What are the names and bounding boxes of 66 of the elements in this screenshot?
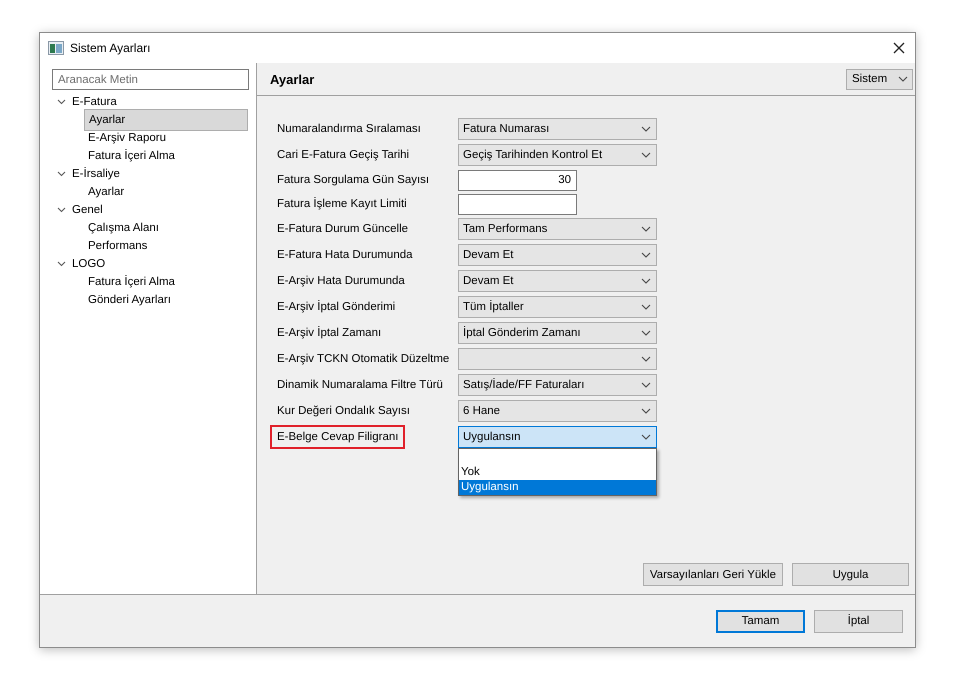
setting-label: Numaralandırma Sıralaması — [276, 122, 422, 137]
dropdown-field[interactable] — [458, 348, 657, 370]
setting-label: E-Arşiv İptal Zamanı — [276, 325, 382, 341]
dropdown-field[interactable]: 6 Hane — [458, 400, 657, 422]
panel-button[interactable]: Uygula — [792, 563, 909, 586]
chevron-down-icon — [641, 304, 651, 310]
tree-group[interactable]: E-İrsaliye — [72, 168, 120, 180]
setting-label: E-Arşiv İptal Gönderimi — [276, 299, 396, 315]
setting-label: E-Fatura Durum Güncelle — [276, 222, 410, 237]
tree-item[interactable]: Ayarlar — [84, 109, 248, 131]
setting-label: Kur Değeri Ondalık Sayısı — [276, 404, 411, 419]
setting-label: Cari E-Fatura Geçiş Tarihi — [276, 148, 410, 163]
setting-label: Dinamik Numaralama Filtre Türü — [276, 378, 444, 393]
tree-item[interactable]: E-Arşiv Raporu — [84, 131, 170, 145]
dropdown-field[interactable]: Devam Et — [458, 244, 657, 266]
dropdown-option[interactable]: Uygulansın — [459, 480, 656, 495]
number-field[interactable]: 30 — [458, 170, 577, 190]
dropdown-field[interactable]: Geçiş Tarihinden Kontrol Et — [458, 144, 657, 166]
chevron-down-icon — [641, 356, 651, 362]
tree-item[interactable]: Fatura İçeri Alma — [84, 275, 179, 289]
chevron-down-icon — [641, 252, 651, 258]
tree-item[interactable]: Çalışma Alanı — [84, 221, 163, 235]
dropdown-field[interactable]: Devam Et — [458, 270, 657, 292]
dialog-button[interactable]: Tamam — [716, 610, 805, 632]
tree-item[interactable]: Ayarlar — [84, 185, 128, 199]
setting-label: E-Fatura Hata Durumunda — [276, 248, 414, 263]
section-title: Ayarlar — [270, 72, 314, 86]
dropdown-field[interactable]: Uygulansın — [458, 426, 657, 448]
tree-item[interactable]: Fatura İçeri Alma — [84, 149, 179, 163]
chevron-icon[interactable] — [57, 207, 66, 213]
dropdown-field[interactable]: Satış/İade/FF Faturaları — [458, 374, 657, 396]
dropdown-field[interactable]: Fatura Numarası — [458, 118, 657, 140]
chevron-down-icon — [641, 152, 651, 158]
dropdown-field[interactable]: Tam Performans — [458, 218, 657, 240]
number-field[interactable] — [458, 194, 577, 214]
search-field[interactable]: Aranacak Metin — [52, 69, 249, 90]
tree-group[interactable]: LOGO — [72, 258, 106, 270]
chevron-icon[interactable] — [57, 171, 66, 177]
chevron-down-icon — [898, 76, 908, 82]
window-icon — [48, 41, 64, 55]
setting-label: Fatura İşleme Kayıt Limiti — [276, 196, 408, 212]
setting-label: E-Arşiv Hata Durumunda — [276, 274, 406, 289]
close-icon[interactable] — [893, 42, 905, 54]
setting-label: E-Belge Cevap Filigranı — [270, 425, 406, 449]
chevron-icon[interactable] — [57, 99, 66, 105]
chevron-down-icon — [641, 330, 651, 336]
window-title: Sistem Ayarları — [70, 41, 152, 55]
dialog-button[interactable]: İptal — [814, 610, 903, 632]
chevron-down-icon — [641, 434, 651, 440]
chevron-down-icon — [641, 382, 651, 388]
chevron-down-icon — [641, 226, 651, 232]
dropdown-field[interactable]: Tüm İptaller — [458, 296, 657, 318]
scope-dropdown[interactable]: Sistem — [846, 68, 913, 90]
chevron-icon[interactable] — [57, 261, 66, 267]
chevron-down-icon — [641, 278, 651, 284]
chevron-down-icon — [641, 408, 651, 414]
setting-label: Fatura Sorgulama Gün Sayısı — [276, 173, 430, 188]
setting-label: E-Arşiv TCKN Otomatik Düzeltme — [276, 352, 450, 367]
tree-item[interactable]: Performans — [84, 239, 152, 253]
tree-group[interactable]: Genel — [72, 204, 103, 216]
panel-button[interactable]: Varsayılanları Geri Yükle — [642, 563, 783, 586]
dropdown-option[interactable]: Yok — [459, 465, 656, 480]
tree-group[interactable]: E-Fatura — [72, 96, 117, 108]
chevron-down-icon — [641, 126, 651, 132]
tree-item[interactable]: Gönderi Ayarları — [84, 293, 175, 307]
dropdown-field[interactable]: İptal Gönderim Zamanı — [458, 322, 657, 344]
